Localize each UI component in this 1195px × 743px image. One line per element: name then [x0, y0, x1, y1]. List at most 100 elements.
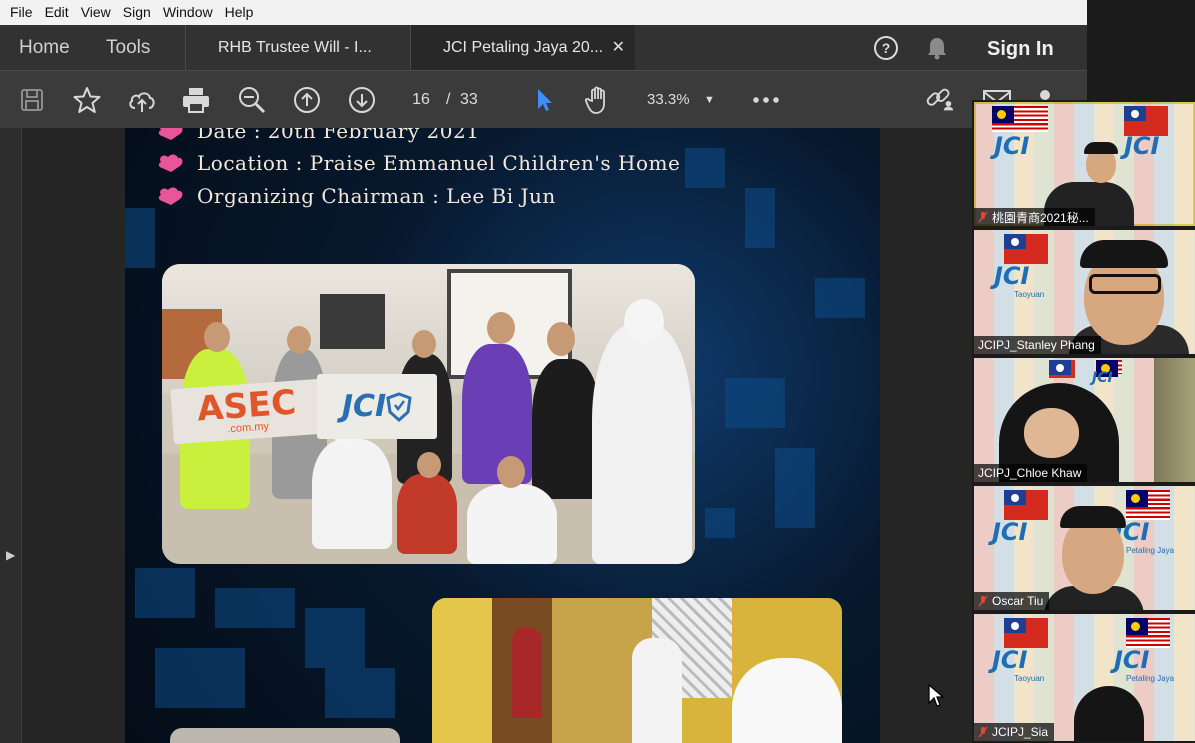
hand-tool-icon[interactable] [583, 85, 613, 115]
event-location-text: Location : Praise Emmanuel Children's Ho… [197, 151, 681, 175]
event-date-text: Date : 20th February 2021 [197, 128, 480, 143]
help-icon[interactable]: ? [872, 34, 900, 62]
tab-tools[interactable]: Tools [106, 25, 150, 70]
left-navigation-rail[interactable]: ▶ [0, 128, 22, 743]
background-block [325, 668, 395, 718]
background-block [305, 608, 365, 668]
document-tab-rhb[interactable]: RHB Trustee Will - I... [185, 25, 410, 70]
background-block [725, 378, 785, 428]
bookmark-star-icon[interactable] [72, 85, 102, 115]
menu-file[interactable]: File [4, 0, 39, 25]
photo-tv [320, 294, 385, 349]
muted-microphone-icon [978, 595, 988, 607]
photo-person-head [204, 322, 230, 352]
photo-person [512, 628, 542, 718]
participant-tile[interactable]: JCI JCI 桃園青商2021秘... [974, 102, 1195, 226]
participant-tile[interactable]: JCI Taoyuan JCIPJ_Stanley Phang [974, 230, 1195, 354]
participant-tile[interactable]: JCI JCIPJ_Chloe Khaw [974, 358, 1195, 482]
participant-tile[interactable]: JCI JCI Petaling Jaya Oscar Tiu [974, 486, 1195, 610]
photo-person-head [287, 326, 311, 354]
participant-hair [1060, 506, 1126, 528]
close-tab-icon[interactable]: ✕ [612, 25, 625, 70]
jci-logo: JCI [992, 646, 1028, 674]
expand-panel-icon[interactable]: ▶ [6, 548, 15, 562]
event-chairman: Organizing Chairman : Lee Bi Jun [157, 184, 556, 208]
taiwan-flag-icon [1049, 360, 1075, 378]
document-tab-jci[interactable]: JCI Petaling Jaya 20... ✕ [410, 25, 635, 70]
jci-logo-subtitle: Taoyuan [1014, 290, 1045, 299]
photo-person [397, 474, 457, 554]
tab-home[interactable]: Home [19, 25, 70, 70]
background-block [125, 208, 155, 268]
jci-logo-subtitle: Petaling Jaya [1126, 674, 1175, 683]
page-number-input[interactable]: 16 [400, 86, 442, 114]
save-icon[interactable] [17, 85, 47, 115]
photo-person-head [624, 299, 664, 344]
participant-name: Oscar Tiu [992, 594, 1044, 608]
asec-banner-text: ASEC [195, 382, 298, 430]
participant-name: 桃園青商2021秘... [992, 210, 1089, 225]
jci-logo: JCI [994, 262, 1030, 290]
sign-in-button[interactable]: Sign In [987, 25, 1054, 73]
jci-logo: JCI [1124, 132, 1160, 160]
heart-bullet-icon [158, 187, 183, 205]
print-icon[interactable] [181, 85, 211, 115]
event-date: Date : 20th February 2021 [157, 128, 479, 143]
photo-person-head [417, 452, 441, 478]
jci-logo: JCI [994, 132, 1030, 160]
partial-photo [170, 728, 400, 743]
select-pointer-icon[interactable] [529, 85, 559, 115]
jci-shield-icon [386, 391, 412, 422]
photo-person-ppe [732, 658, 842, 743]
jci-logo-subtitle: Taoyuan [1014, 674, 1045, 683]
heart-bullet-icon [158, 154, 183, 172]
previous-page-icon[interactable] [292, 85, 322, 115]
menu-help[interactable]: Help [219, 0, 260, 25]
photo-person-ppe [592, 324, 692, 564]
zoom-dropdown-icon[interactable]: ▼ [704, 86, 715, 114]
taiwan-flag-icon [1004, 618, 1048, 648]
participant-hair [1084, 142, 1118, 154]
zoom-level[interactable]: 33.3% [647, 86, 690, 114]
menu-view[interactable]: View [75, 0, 117, 25]
tab-bar: Home Tools RHB Trustee Will - I... JCI P… [0, 25, 1087, 70]
zoom-out-icon[interactable] [237, 85, 267, 115]
mouse-cursor-icon [928, 684, 944, 707]
screen: File Edit View Sign Window Help Home Too… [0, 0, 1195, 743]
participant-name: JCIPJ_Stanley Phang [978, 338, 1095, 352]
svg-text:?: ? [882, 40, 891, 56]
asec-banner: ASEC .com.my [170, 378, 324, 445]
upload-cloud-icon[interactable] [127, 85, 157, 115]
photo-person-head [487, 312, 515, 344]
menu-sign[interactable]: Sign [117, 0, 157, 25]
participant-name: JCIPJ_Sia [992, 725, 1049, 739]
background-block [685, 148, 725, 188]
menu-edit[interactable]: Edit [39, 0, 75, 25]
participant-tile[interactable]: JCI JCI Taoyuan Petaling Jaya JCIPJ_Sia [974, 614, 1195, 741]
next-page-icon[interactable] [347, 85, 377, 115]
pdf-page: Date : 20th February 2021 Location : Pra… [125, 128, 880, 743]
event-location: Location : Praise Emmanuel Children's Ho… [157, 151, 680, 175]
share-link-icon[interactable] [925, 85, 955, 115]
participant-name-bar: Oscar Tiu [974, 592, 1050, 610]
malaysia-flag-icon [992, 106, 1048, 132]
more-options-icon[interactable] [751, 85, 781, 115]
jci-banner: JCI [317, 374, 437, 439]
participant-name-bar: JCIPJ_Sia [974, 723, 1055, 741]
participant-name: JCIPJ_Chloe Khaw [978, 466, 1082, 480]
bell-icon[interactable] [923, 34, 951, 62]
menu-window[interactable]: Window [157, 0, 219, 25]
participant-hair [1080, 240, 1168, 268]
menu-bar: File Edit View Sign Window Help [0, 0, 1087, 25]
background-block [815, 278, 865, 318]
photo-person-head [547, 322, 575, 356]
photo-person-ppe [632, 638, 682, 743]
participant-face [1024, 408, 1079, 458]
jci-banner-text: JCI [341, 389, 387, 424]
disinfection-photo [432, 598, 842, 743]
taiwan-flag-icon [1004, 490, 1048, 520]
jci-logo: JCI [1092, 370, 1113, 386]
malaysia-flag-icon [1126, 490, 1170, 520]
total-pages: 33 [460, 91, 478, 108]
toolbar: 16 / 33 33.3% ▼ [0, 70, 1087, 128]
